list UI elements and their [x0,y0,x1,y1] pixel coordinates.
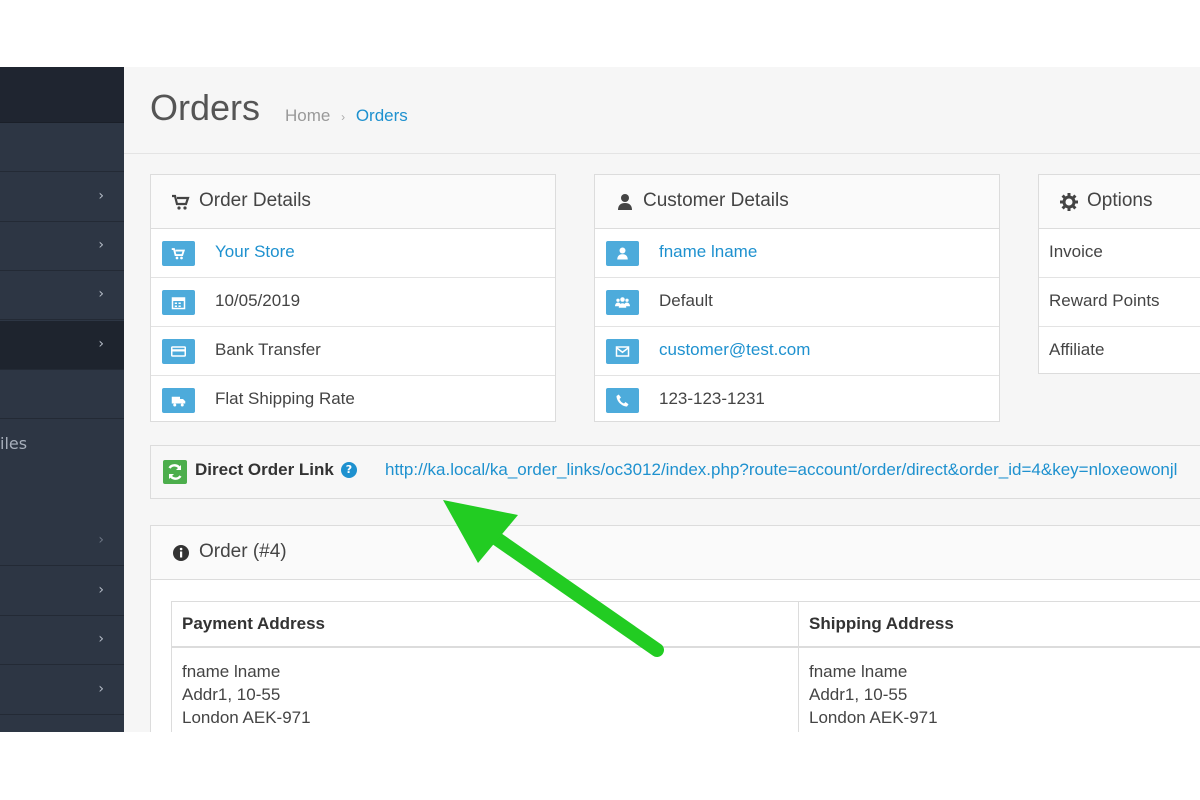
direct-order-link-label: Direct Order Link [195,460,334,479]
user-icon [618,194,632,210]
panel-title: Options [1087,190,1153,211]
sidebar-item[interactable]: › [0,222,124,271]
order-panel: Order (#4) Payment Address Shipping Addr… [150,525,1200,732]
page-title: Orders [150,87,261,128]
panel-heading: Order Details [151,175,555,229]
panel-heading: Options [1039,175,1200,229]
direct-order-url-link[interactable]: http://ka.local/ka_order_links/oc3012/in… [385,460,1177,480]
user-icon [606,241,639,266]
info-circle-icon [173,545,189,561]
panel-heading: Order (#4) [151,526,1200,580]
sidebar-item[interactable]: › [0,666,124,715]
cart-icon [162,241,195,266]
customer-group: Default [659,291,713,310]
refresh-icon[interactable] [163,460,187,484]
panel-title: Order Details [199,190,311,211]
users-icon [606,290,639,315]
breadcrumb-home-link[interactable]: Home [285,106,330,125]
breadcrumb: Home › Orders [285,106,408,126]
option-invoice-label: Invoice [1049,242,1103,261]
breadcrumb-orders-link[interactable]: Orders [356,106,408,125]
customer-name-row: fname lname [595,229,999,278]
option-affiliate-row: Affiliate [1039,327,1200,376]
customer-email-row: customer@test.com [595,327,999,376]
customer-phone-row: 123-123-1231 [595,376,999,425]
chevron-right-icon: › [98,532,104,548]
sidebar-item[interactable]: › [0,173,124,222]
order-date-row: 10/05/2019 [151,278,555,327]
address-line: London AEK-971 [182,708,311,727]
panel-title: Order (#4) [199,541,287,562]
chevron-right-icon: › [98,582,104,598]
phone-icon [606,388,639,413]
sidebar-item-active[interactable]: › [0,321,124,370]
chevron-right-icon: › [98,286,104,302]
breadcrumb-separator: › [341,110,346,124]
page-header: Orders Home › Orders [124,67,1200,154]
sidebar: › › › › iles › › › › [0,67,124,732]
panel-heading: Customer Details [595,175,999,229]
order-details-panel: Order Details Your Store 10/05/2019 Bank… [150,174,556,422]
store-link[interactable]: Your Store [215,242,295,262]
sidebar-item[interactable]: iles [0,419,124,517]
chevron-right-icon: › [98,188,104,204]
cart-icon [172,194,190,210]
sidebar-item[interactable]: › [0,517,124,566]
credit-card-icon [162,339,195,364]
shipping-address-cell: fname lname Addr1, 10-55 London AEK-971 [798,646,1200,732]
sidebar-header [0,67,124,123]
chevron-right-icon: › [98,336,104,352]
option-reward-points-row: Reward Points [1039,278,1200,327]
chevron-right-icon: › [98,237,104,253]
payment-address-header: Payment Address [171,601,799,648]
address-line: Addr1, 10-55 [809,685,908,704]
customer-details-panel: Customer Details fname lname Default cus… [594,174,1000,422]
truck-icon [162,388,195,413]
order-payment-row: Bank Transfer [151,327,555,376]
sidebar-item[interactable]: › [0,271,124,320]
shipping-address-header: Shipping Address [798,601,1200,648]
sidebar-item[interactable] [0,123,124,172]
shipping-method: Flat Shipping Rate [215,389,355,408]
table-header-row: Payment Address Shipping Address [171,601,1200,648]
order-date: 10/05/2019 [215,291,301,310]
order-store-row: Your Store [151,229,555,278]
direct-order-link-bar: Direct Order Link ? http://ka.local/ka_o… [150,445,1200,499]
calendar-icon [162,290,195,315]
sidebar-item[interactable] [0,370,124,419]
order-shipping-row: Flat Shipping Rate [151,376,555,425]
app-viewport: › › › › iles › › › › Orders Home › Order… [0,67,1200,732]
gear-icon [1060,193,1078,211]
option-affiliate-label: Affiliate [1049,340,1105,359]
customer-email-link[interactable]: customer@test.com [659,340,810,360]
payment-method: Bank Transfer [215,340,321,359]
options-panel: Options Invoice Reward Points Affiliate [1038,174,1200,374]
address-line: fname lname [182,662,281,681]
customer-phone: 123-123-1231 [659,389,765,408]
table-row: fname lname Addr1, 10-55 London AEK-971 … [171,646,1200,732]
address-line: London AEK-971 [809,708,938,727]
payment-address-cell: fname lname Addr1, 10-55 London AEK-971 [171,646,799,732]
address-table: Payment Address Shipping Address fname l… [171,601,1200,732]
sidebar-item[interactable]: › [0,616,124,665]
option-reward-points-label: Reward Points [1049,291,1160,310]
chevron-right-icon: › [98,631,104,647]
customer-group-row: Default [595,278,999,327]
help-icon[interactable]: ? [341,462,357,478]
address-line: fname lname [809,662,908,681]
customer-name-link[interactable]: fname lname [659,242,757,262]
envelope-icon [606,339,639,364]
panel-title: Customer Details [643,190,789,211]
chevron-right-icon: › [98,681,104,697]
address-line: Addr1, 10-55 [182,685,281,704]
option-invoice-row: Invoice [1039,229,1200,278]
sidebar-item[interactable]: › [0,567,124,616]
sidebar-item-label: iles [0,434,28,453]
main-content: Orders Home › Orders Order Details Your … [124,67,1200,732]
